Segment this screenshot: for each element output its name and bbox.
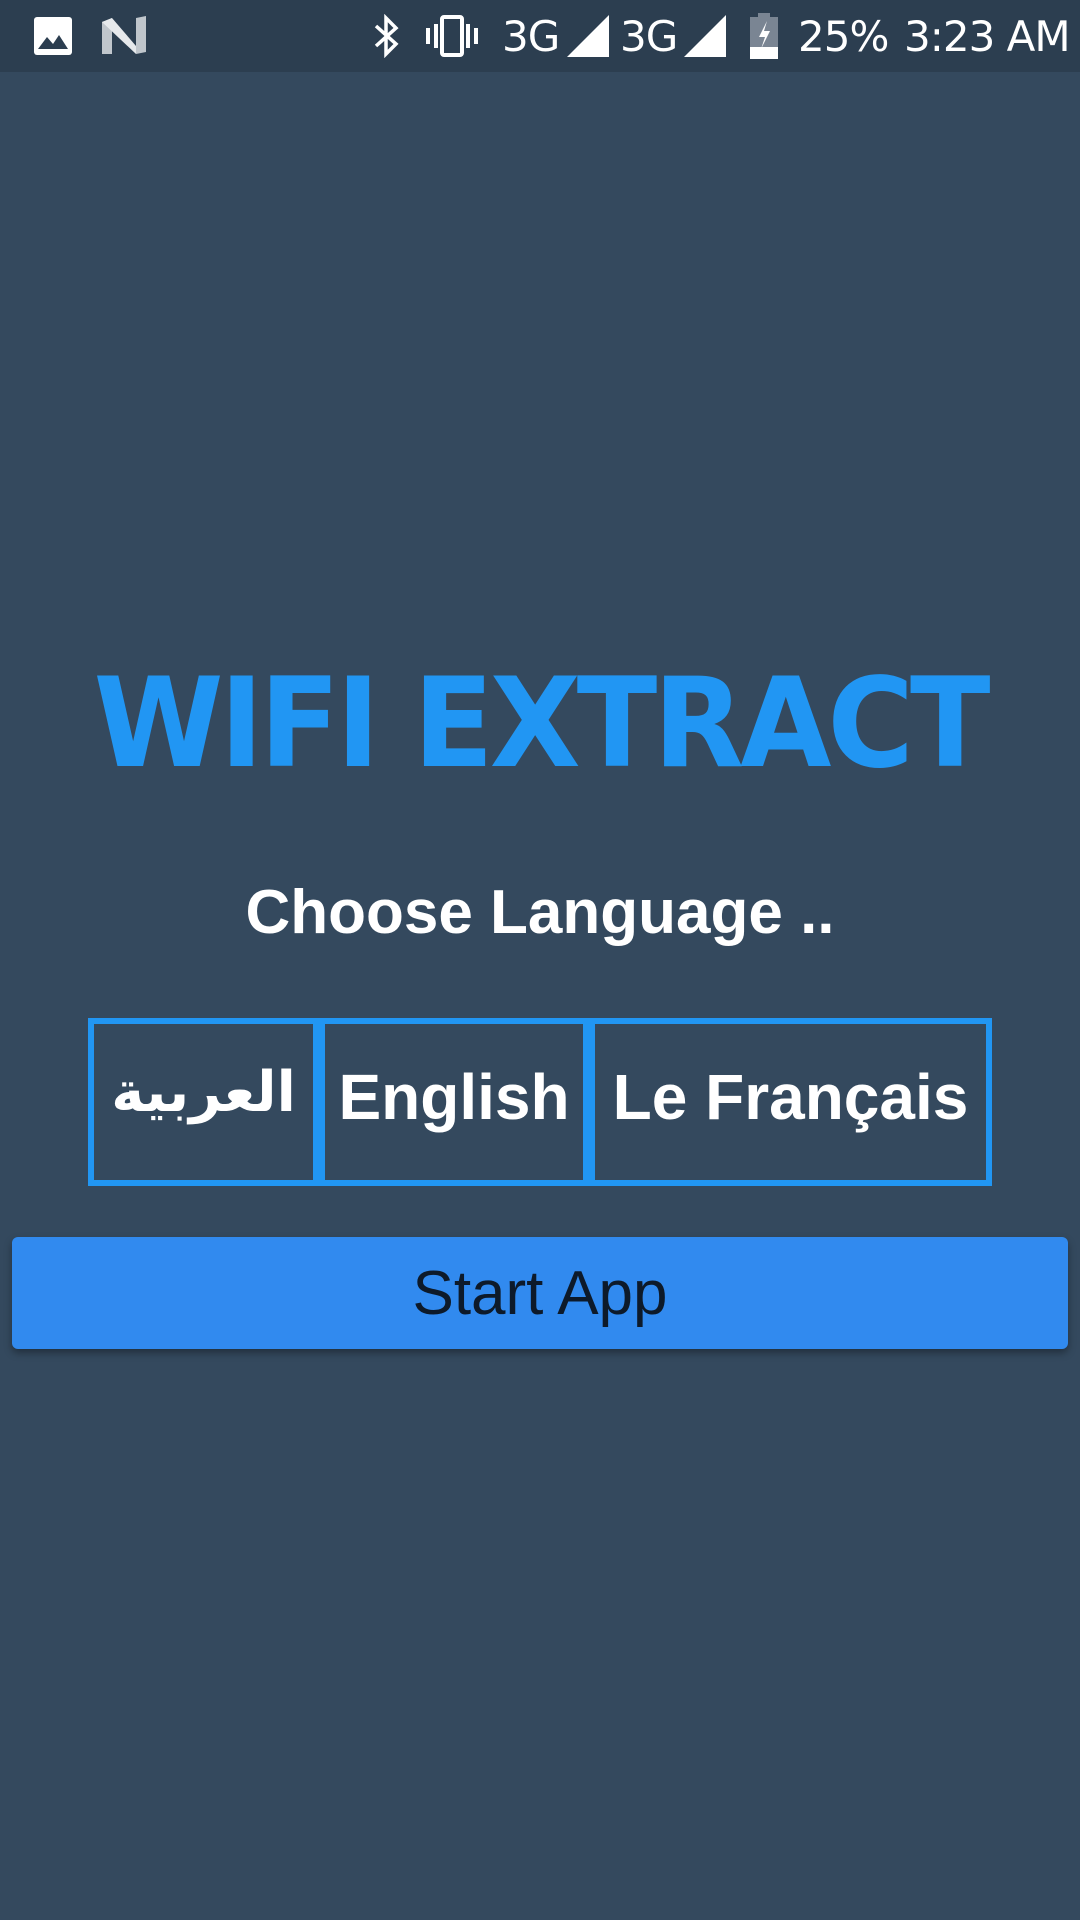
network-type-1: 3G (502, 11, 560, 61)
choose-language-label: Choose Language .. (245, 878, 835, 947)
language-french-button[interactable]: Le Français (583, 1024, 986, 1180)
language-arabic-label: العربية (111, 1059, 296, 1125)
signal-icon (567, 0, 609, 72)
start-app-button[interactable]: Start App (12, 1237, 1068, 1349)
vibrate-icon (424, 0, 480, 72)
language-french-label: Le Français (612, 1061, 969, 1133)
signal-icon (684, 0, 726, 72)
language-english-label: English (338, 1061, 570, 1133)
clock: 3:23 AM (904, 11, 1071, 61)
language-english-button[interactable]: English (313, 1024, 583, 1180)
language-selector: العربية English Le Français (88, 1018, 992, 1186)
start-app-label: Start App (412, 1258, 668, 1328)
status-bar: 3G 3G 25% 3:23 AM (0, 0, 1080, 72)
battery-percent: 25% (798, 11, 889, 61)
bluetooth-icon (372, 0, 402, 72)
battery-charging-icon (750, 0, 778, 72)
android-n-icon (102, 0, 146, 72)
network-type-2: 3G (620, 11, 678, 61)
gallery-notification-icon (34, 0, 72, 72)
language-arabic-button[interactable]: العربية (94, 1024, 313, 1180)
app-title: WIFI EXTRACT (93, 650, 990, 796)
